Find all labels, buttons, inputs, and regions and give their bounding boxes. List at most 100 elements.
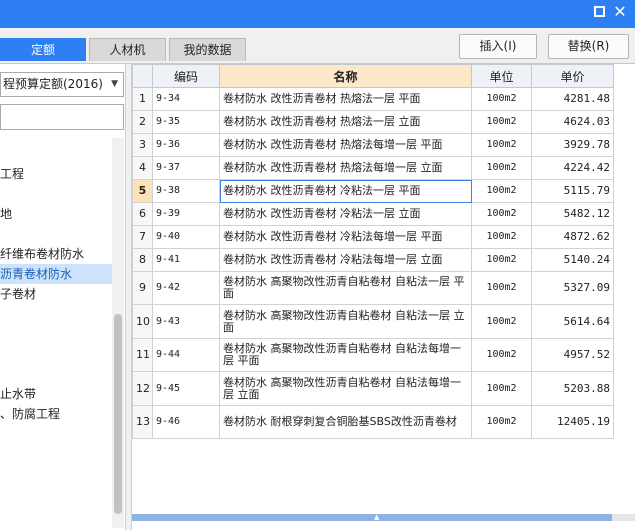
tree-item[interactable]: 、防腐工程	[0, 404, 112, 424]
unit-cell[interactable]: 100m2	[471, 405, 532, 439]
close-icon[interactable]: ✕	[611, 2, 629, 22]
table-row[interactable]: 5 9-38 卷材防水 改性沥青卷材 冷粘法一层 平面 100m2 5115.79	[132, 179, 614, 203]
unit-cell[interactable]: 100m2	[471, 133, 532, 157]
row-number-cell[interactable]: 3	[132, 133, 153, 157]
unit-cell[interactable]: 100m2	[471, 156, 532, 180]
tree-item[interactable]	[0, 344, 112, 364]
unit-cell[interactable]: 100m2	[471, 87, 532, 111]
table-row[interactable]: 13 9-46 卷材防水 耐根穿刺复合铜胎基SBS改性沥青卷材 100m2 12405.…	[132, 405, 614, 439]
code-cell[interactable]: 9-36	[152, 133, 220, 157]
column-header-unit[interactable]: 单位	[471, 64, 532, 88]
code-cell[interactable]: 9-35	[152, 110, 220, 134]
table-row[interactable]: 6 9-39 卷材防水 改性沥青卷材 冷粘法一层 立面 100m2 5482.12	[132, 202, 614, 226]
code-cell[interactable]: 9-40	[152, 225, 220, 249]
tree-item[interactable]	[0, 324, 112, 344]
tree-scrollbar-thumb[interactable]	[114, 314, 122, 514]
code-cell[interactable]: 9-46	[152, 405, 220, 439]
row-number-cell[interactable]: 5	[132, 179, 153, 203]
row-number-cell[interactable]: 6	[132, 202, 153, 226]
code-cell[interactable]: 9-44	[152, 338, 220, 372]
table-row[interactable]: 10 9-43 卷材防水 高聚物改性沥青自粘卷材 自粘法一层 立面 100m2 5614…	[132, 304, 614, 339]
price-cell[interactable]: 5140.24	[531, 248, 614, 272]
price-cell[interactable]: 5614.64	[531, 304, 614, 339]
name-cell[interactable]: 卷材防水 改性沥青卷材 冷粘法每增一层 立面	[219, 248, 472, 272]
maximize-icon[interactable]	[594, 6, 605, 17]
unit-cell[interactable]: 100m2	[471, 179, 532, 203]
name-cell[interactable]: 卷材防水 耐根穿刺复合铜胎基SBS改性沥青卷材	[219, 405, 472, 439]
price-cell[interactable]: 5115.79	[531, 179, 614, 203]
row-number-cell[interactable]: 11	[132, 338, 153, 372]
code-cell[interactable]: 9-39	[152, 202, 220, 226]
row-number-cell[interactable]: 12	[132, 371, 153, 406]
table-row[interactable]: 9 9-42 卷材防水 高聚物改性沥青自粘卷材 自粘法一层 平面 100m2 5327.…	[132, 271, 614, 305]
code-cell[interactable]: 9-42	[152, 271, 220, 305]
replace-button[interactable]: 替换(R)	[548, 34, 629, 59]
price-cell[interactable]: 12405.19	[531, 405, 614, 439]
row-number-cell[interactable]: 4	[132, 156, 153, 180]
column-header-code[interactable]: 编码	[152, 64, 220, 88]
tree-item[interactable]	[0, 224, 112, 244]
unit-cell[interactable]: 100m2	[471, 110, 532, 134]
name-cell[interactable]: 卷材防水 改性沥青卷材 热熔法一层 立面	[219, 110, 472, 134]
row-number-cell[interactable]: 13	[132, 405, 153, 439]
tab-my-data[interactable]: 我的数据	[169, 38, 246, 61]
name-cell[interactable]: 卷材防水 高聚物改性沥青自粘卷材 自粘法一层 立面	[219, 304, 472, 339]
tree-item[interactable]: 止水带	[0, 384, 112, 404]
price-cell[interactable]: 4872.62	[531, 225, 614, 249]
unit-cell[interactable]: 100m2	[471, 271, 532, 305]
table-row[interactable]: 8 9-41 卷材防水 改性沥青卷材 冷粘法每增一层 立面 100m2 5140.24	[132, 248, 614, 272]
code-cell[interactable]: 9-45	[152, 371, 220, 406]
unit-cell[interactable]: 100m2	[471, 248, 532, 272]
tree-item[interactable]	[0, 364, 112, 384]
table-row[interactable]: 11 9-44 卷材防水 高聚物改性沥青自粘卷材 自粘法每增一层 平面 100m2 49…	[132, 338, 614, 372]
name-cell[interactable]: 卷材防水 改性沥青卷材 热熔法每增一层 平面	[219, 133, 472, 157]
name-cell[interactable]: 卷材防水 高聚物改性沥青自粘卷材 自粘法每增一层 平面	[219, 338, 472, 372]
unit-cell[interactable]: 100m2	[471, 225, 532, 249]
name-cell[interactable]: 卷材防水 改性沥青卷材 冷粘法一层 平面	[219, 179, 472, 203]
name-cell[interactable]: 卷材防水 改性沥青卷材 热熔法一层 平面	[219, 87, 472, 111]
name-cell[interactable]: 卷材防水 改性沥青卷材 冷粘法每增一层 平面	[219, 225, 472, 249]
table-row[interactable]: 2 9-35 卷材防水 改性沥青卷材 热熔法一层 立面 100m2 4624.03	[132, 110, 614, 134]
name-cell[interactable]: 卷材防水 改性沥青卷材 热熔法每增一层 立面	[219, 156, 472, 180]
tree-scrollbar[interactable]	[112, 138, 124, 528]
table-row[interactable]: 7 9-40 卷材防水 改性沥青卷材 冷粘法每增一层 平面 100m2 4872.62	[132, 225, 614, 249]
code-cell[interactable]: 9-37	[152, 156, 220, 180]
price-cell[interactable]: 4281.48	[531, 87, 614, 111]
table-row[interactable]: 12 9-45 卷材防水 高聚物改性沥青自粘卷材 自粘法每增一层 立面 100m2 52…	[132, 371, 614, 406]
price-cell[interactable]: 5482.12	[531, 202, 614, 226]
code-cell[interactable]: 9-41	[152, 248, 220, 272]
tree-item-selected[interactable]: 沥青卷材防水	[0, 264, 112, 284]
price-cell[interactable]: 3929.78	[531, 133, 614, 157]
price-cell[interactable]: 4224.42	[531, 156, 614, 180]
table-row[interactable]: 3 9-36 卷材防水 改性沥青卷材 热熔法每增一层 平面 100m2 3929.78	[132, 133, 614, 157]
table-row[interactable]: 1 9-34 卷材防水 改性沥青卷材 热熔法一层 平面 100m2 4281.48	[132, 87, 614, 111]
column-header-name[interactable]: 名称	[219, 64, 472, 88]
insert-button[interactable]: 插入(I)	[459, 34, 537, 59]
unit-cell[interactable]: 100m2	[471, 202, 532, 226]
tree-item[interactable]	[0, 304, 112, 324]
tree-item[interactable]: 地	[0, 204, 112, 224]
quota-library-select[interactable]: 程预算定额(2016) ▼	[0, 72, 124, 97]
row-number-cell[interactable]: 1	[132, 87, 153, 111]
row-number-cell[interactable]: 8	[132, 248, 153, 272]
tab-labor-material-machine[interactable]: 人材机	[89, 38, 166, 61]
price-cell[interactable]: 5203.88	[531, 371, 614, 406]
row-number-cell[interactable]: 9	[132, 271, 153, 305]
row-number-cell[interactable]: 2	[132, 110, 153, 134]
unit-cell[interactable]: 100m2	[471, 304, 532, 339]
name-cell[interactable]: 卷材防水 改性沥青卷材 冷粘法一层 立面	[219, 202, 472, 226]
code-cell[interactable]: 9-43	[152, 304, 220, 339]
price-cell[interactable]: 5327.09	[531, 271, 614, 305]
price-cell[interactable]: 4624.03	[531, 110, 614, 134]
tab-quota[interactable]: 定额	[0, 38, 86, 61]
row-number-cell[interactable]: 10	[132, 304, 153, 339]
unit-cell[interactable]: 100m2	[471, 371, 532, 406]
code-cell[interactable]: 9-34	[152, 87, 220, 111]
column-header-price[interactable]: 单价	[531, 64, 614, 88]
row-number-cell[interactable]: 7	[132, 225, 153, 249]
tree-search-input[interactable]	[0, 104, 124, 130]
name-cell[interactable]: 卷材防水 高聚物改性沥青自粘卷材 自粘法一层 平面	[219, 271, 472, 305]
tree-item[interactable]: 纤维布卷材防水	[0, 244, 112, 264]
name-cell[interactable]: 卷材防水 高聚物改性沥青自粘卷材 自粘法每增一层 立面	[219, 371, 472, 406]
tree-item[interactable]: 子卷材	[0, 284, 112, 304]
